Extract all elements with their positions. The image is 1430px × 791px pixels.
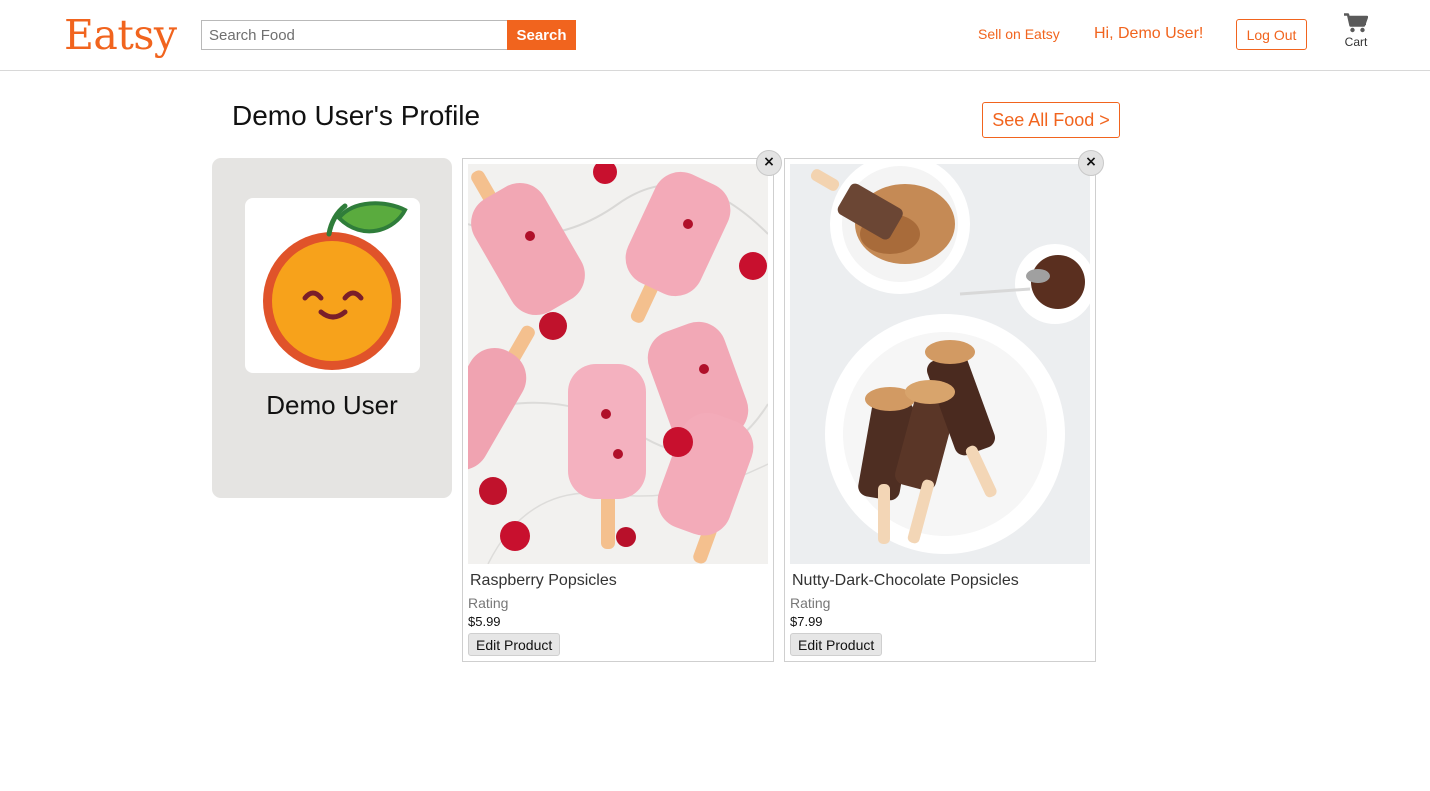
edit-product-button[interactable]: Edit Product [468, 633, 561, 656]
edit-product-button[interactable]: Edit Product [790, 633, 883, 656]
cart-button[interactable]: Cart [1337, 13, 1375, 49]
see-all-food-button[interactable]: See All Food > [982, 102, 1120, 138]
user-greeting[interactable]: Hi, Demo User! [1094, 25, 1203, 43]
product-name[interactable]: Raspberry Popsicles [470, 572, 617, 590]
product-price: $7.99 [790, 614, 823, 629]
smiling-orange-avatar-icon [263, 201, 408, 370]
cart-icon [1344, 13, 1368, 33]
search-bar: Search [201, 20, 576, 50]
product-card[interactable]: Nutty-Dark-Chocolate Popsicles Rating $7… [784, 150, 1104, 662]
product-image-nutty-dark-chocolate-popsicles[interactable] [790, 164, 1090, 564]
sell-on-eatsy-link[interactable]: Sell on Eatsy [978, 26, 1060, 42]
product-card[interactable]: Raspberry Popsicles Rating $5.99 Edit Pr… [462, 150, 782, 662]
product-name[interactable]: Nutty-Dark-Chocolate Popsicles [792, 572, 1019, 590]
logout-button[interactable]: Log Out [1236, 19, 1307, 50]
raspberry-popsicles-photo [468, 164, 768, 564]
avatar [245, 198, 420, 373]
product-rating-label: Rating [790, 595, 831, 611]
eatsy-logo[interactable]: Eatsy [64, 10, 177, 60]
product-image-raspberry-popsicles[interactable] [468, 164, 768, 564]
profile-card: Demo User [212, 158, 452, 498]
search-button[interactable]: Search [507, 20, 576, 50]
profile-name: Demo User [266, 390, 398, 420]
remove-product-button[interactable]: × [1078, 150, 1104, 176]
chocolate-popsicles-photo [790, 164, 1090, 564]
product-price: $5.99 [468, 614, 501, 629]
search-input[interactable] [201, 20, 507, 50]
remove-product-button[interactable]: × [756, 150, 782, 176]
page-title: Demo User's Profile [232, 100, 481, 131]
product-rating-label: Rating [468, 595, 509, 611]
top-navbar: Eatsy Search Sell on Eatsy Hi, Demo User… [0, 0, 1430, 71]
cart-label: Cart [1344, 35, 1368, 49]
